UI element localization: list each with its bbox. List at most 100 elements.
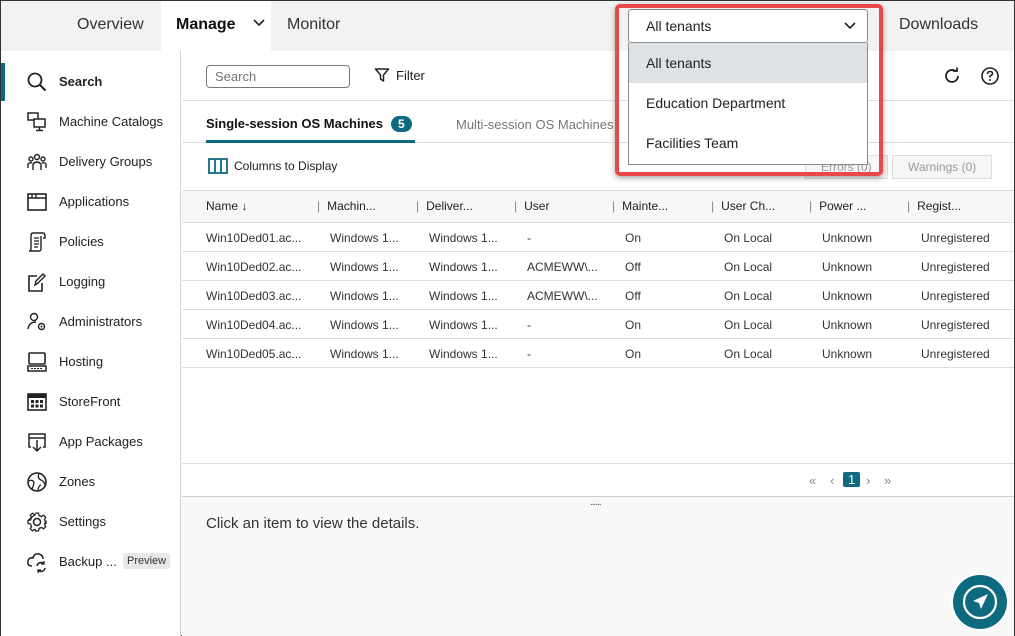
cell-delivery-group: Windows 1... <box>429 260 498 274</box>
zones-icon <box>27 472 47 492</box>
column-header-name[interactable]: Name ↓ <box>206 199 247 213</box>
settings-icon <box>27 512 47 532</box>
sidebar-item-label: Delivery Groups <box>59 154 153 169</box>
sidebar-item-label: Search <box>59 74 103 89</box>
preview-badge: Preview <box>123 553 171 569</box>
sidebar-item-label: Zones <box>59 474 96 489</box>
sidebar-item-app-packages[interactable]: App Packages <box>1 422 180 462</box>
tab-single-session[interactable]: Single-session OS Machines 5 <box>206 116 412 132</box>
column-header-user[interactable]: | User <box>514 199 549 213</box>
table-row[interactable]: Win10Ded05.ac... Windows 1... Windows 1...… <box>182 339 1014 368</box>
sidebar-item-search[interactable]: Search <box>1 62 180 102</box>
main-content: Filter Single-session OS Machines 5 Multi… <box>182 51 1014 636</box>
cell-user: - <box>527 318 531 332</box>
column-header-machine-catalog[interactable]: | Machin... <box>317 199 376 213</box>
chevron-down-icon[interactable] <box>252 18 266 28</box>
tab-multi-session[interactable]: Multi-session OS Machines <box>456 117 614 132</box>
header-label: Power ... <box>819 199 867 213</box>
tab-manage-label: Manage <box>176 16 236 33</box>
table-row[interactable]: Win10Ded02.ac... Windows 1... Windows 1...… <box>182 252 1014 281</box>
details-placeholder: Click an item to view the details. <box>206 515 420 532</box>
cell-power-state: Unknown <box>822 231 873 245</box>
sidebar-item-policies[interactable]: Policies <box>1 222 180 262</box>
header-label: Deliver... <box>426 199 473 213</box>
filter-label: Filter <box>396 68 425 83</box>
cell-power-state: Unknown <box>822 347 873 361</box>
tenant-option-all[interactable]: All tenants <box>629 43 867 83</box>
cell-registration: Unregistered <box>921 260 990 274</box>
sidebar-item-zones[interactable]: Zones <box>1 462 180 502</box>
column-header-maintenance[interactable]: | Mainte... <box>612 199 668 213</box>
cell-name: Win10Ded04.ac... <box>206 318 302 332</box>
tab-monitor[interactable]: Monitor <box>287 1 340 51</box>
table-row[interactable]: Win10Ded04.ac... Windows 1... Windows 1...… <box>182 310 1014 339</box>
cell-name: Win10Ded01.ac... <box>206 231 302 245</box>
sidebar-item-backup[interactable]: Backup ... Preview <box>1 542 180 582</box>
help-icon[interactable] <box>980 66 1000 86</box>
sidebar-item-hosting[interactable]: Hosting <box>1 342 180 382</box>
tab-manage[interactable]: Manage <box>161 1 271 51</box>
app-packages-icon <box>28 433 46 453</box>
column-header-delivery-group[interactable]: | Deliver... <box>416 199 473 213</box>
sidebar-item-storefront[interactable]: StoreFront <box>1 382 180 422</box>
table-row[interactable]: Win10Ded01.ac... Windows 1... Windows 1...… <box>182 223 1014 252</box>
search-icon <box>27 72 47 92</box>
table-body: Win10Ded01.ac... Windows 1... Windows 1...… <box>182 223 1014 368</box>
filter-icon <box>374 68 390 82</box>
warnings-filter-button[interactable]: Warnings (0) <box>892 155 993 179</box>
delivery-groups-icon <box>27 153 47 170</box>
sidebar-item-label: Settings <box>59 514 106 529</box>
cell-user-changes: On Local <box>724 289 773 303</box>
column-header-user-changes[interactable]: | User Ch... <box>711 199 775 213</box>
sidebar-item-label: Backup ... <box>59 554 117 569</box>
table-row[interactable]: Win10Ded03.ac... Windows 1... Windows 1...… <box>182 281 1014 310</box>
previous-page-button[interactable]: ‹ <box>830 473 834 488</box>
cell-machine-catalog: Windows 1... <box>330 260 399 274</box>
cell-machine-catalog: Windows 1... <box>330 289 399 303</box>
hosting-icon <box>27 352 47 372</box>
tenant-option-facilities[interactable]: Facilities Team <box>629 123 867 163</box>
cell-name: Win10Ded05.ac... <box>206 347 302 361</box>
tab-overview[interactable]: Overview <box>77 1 144 51</box>
last-page-button[interactable]: » <box>884 473 891 488</box>
column-header-power-state[interactable]: | Power ... <box>809 199 866 213</box>
downloads-link[interactable]: Downloads <box>899 1 978 49</box>
count-badge: 5 <box>391 116 412 132</box>
table-header: Name ↓ | Machin... | Deliver... | User | Mai… <box>182 191 1014 223</box>
cell-maintenance: On <box>625 231 642 245</box>
search-input[interactable] <box>206 65 350 88</box>
current-page[interactable]: 1 <box>843 472 861 487</box>
sidebar-item-settings[interactable]: Settings <box>1 502 180 542</box>
refresh-icon[interactable] <box>942 66 962 86</box>
filter-button[interactable]: Filter <box>374 67 425 83</box>
next-page-button[interactable]: › <box>866 473 870 488</box>
guided-tour-button[interactable] <box>953 575 1007 629</box>
tenant-select[interactable]: All tenants <box>628 9 868 43</box>
sidebar-item-logging[interactable]: Logging <box>1 262 180 302</box>
cell-registration: Unregistered <box>921 231 990 245</box>
header-label: Regist... <box>917 199 962 213</box>
cell-user: ACMEWW\... <box>527 289 598 303</box>
cell-name: Win10Ded02.ac... <box>206 260 302 274</box>
resize-handle[interactable]: ...... <box>590 497 602 508</box>
sidebar-item-label: StoreFront <box>59 394 121 409</box>
sidebar-item-delivery-groups[interactable]: Delivery Groups <box>1 142 180 182</box>
columns-icon <box>208 158 228 174</box>
sidebar-item-administrators[interactable]: Administrators <box>1 302 180 342</box>
sidebar-item-label: Hosting <box>59 354 104 369</box>
tenant-option-education[interactable]: Education Department <box>629 83 867 123</box>
first-page-button[interactable]: « <box>809 473 816 488</box>
cell-machine-catalog: Windows 1... <box>330 347 399 361</box>
tab-single-session-label: Single-session OS Machines <box>206 116 383 131</box>
column-header-registration[interactable]: | Regist... <box>907 199 961 213</box>
applications-icon <box>27 193 47 211</box>
cell-user-changes: On Local <box>724 231 773 245</box>
cell-name: Win10Ded03.ac... <box>206 289 302 303</box>
pagination: « ‹ 1 › » <box>182 463 1014 497</box>
machine-catalog-icon <box>27 112 46 132</box>
sidebar-item-applications[interactable]: Applications <box>1 182 180 222</box>
sidebar-item-label: Administrators <box>59 314 143 329</box>
cell-machine-catalog: Windows 1... <box>330 231 399 245</box>
columns-to-display-button[interactable]: Columns to Display <box>208 158 337 174</box>
sidebar-item-machine-catalogs[interactable]: Machine Catalogs <box>1 102 180 142</box>
